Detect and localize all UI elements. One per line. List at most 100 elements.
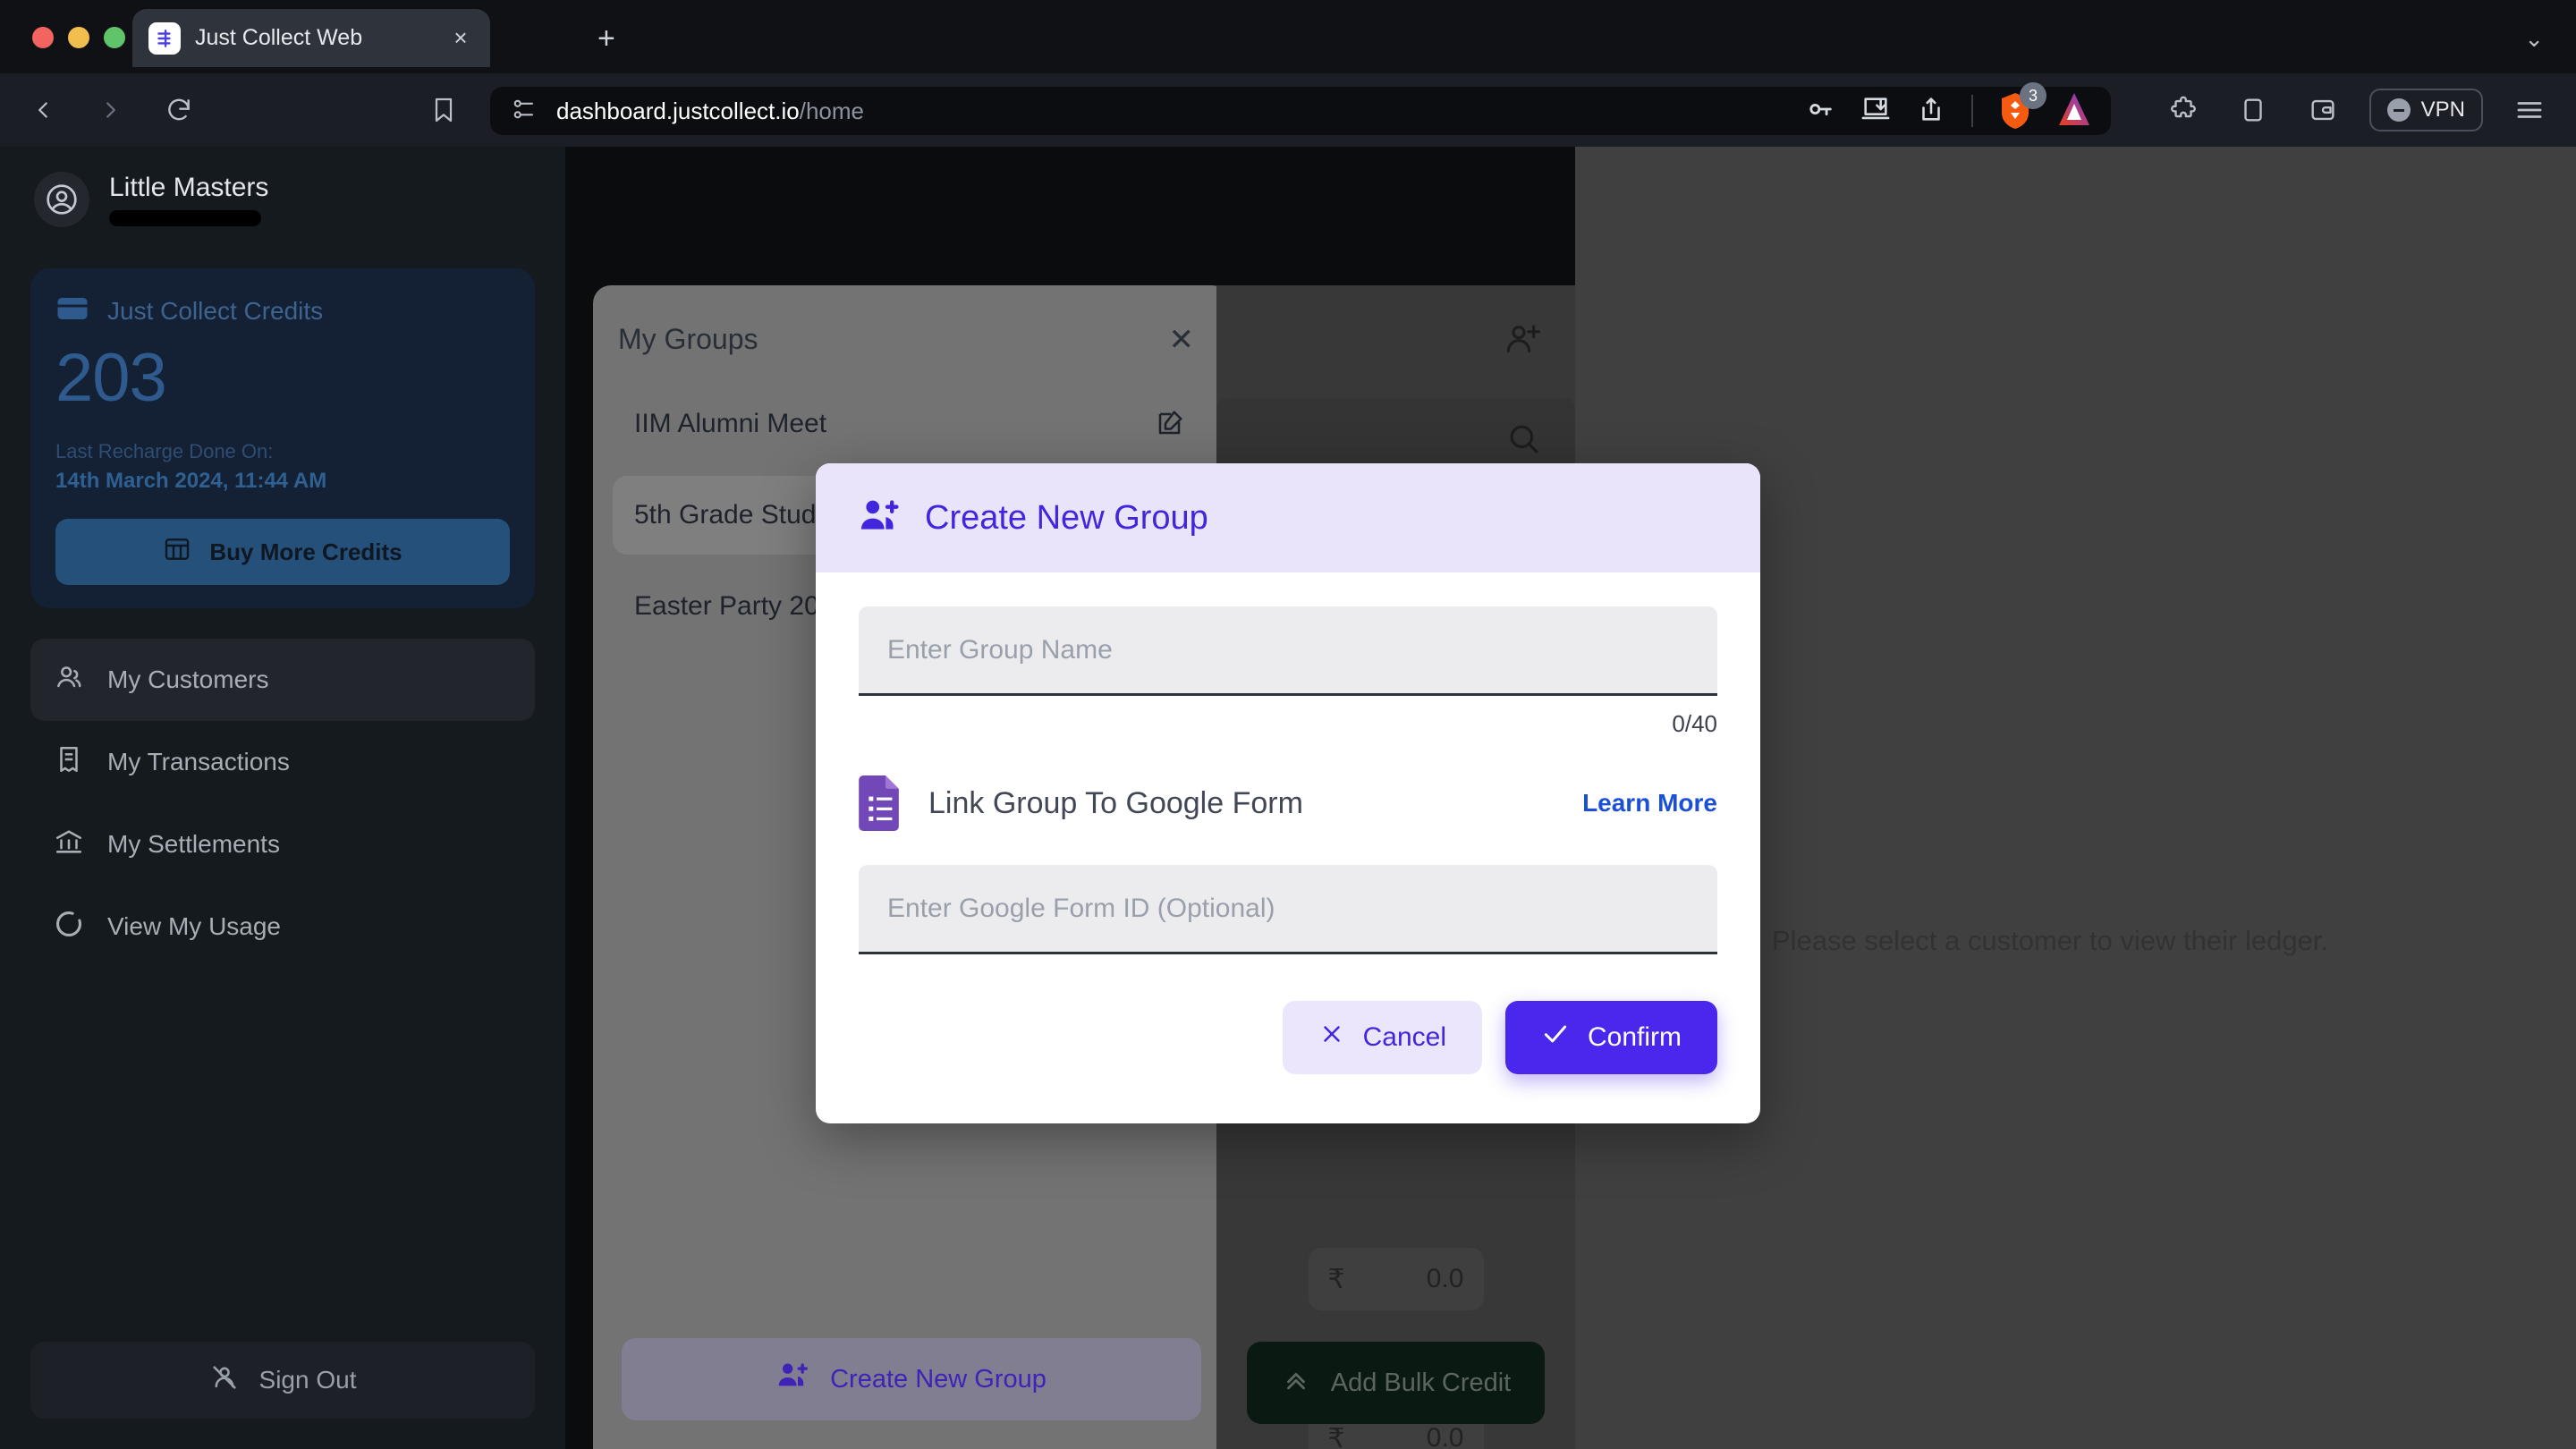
add-bulk-credit-button[interactable]: Add Bulk Credit [1247, 1342, 1545, 1424]
add-group-icon [859, 496, 902, 540]
vpn-icon [2386, 98, 2411, 122]
modal-title: Create New Group [925, 498, 1208, 537]
profile-redacted-bar [109, 210, 261, 226]
shields-badge-count: 3 [2020, 82, 2046, 109]
close-tab-icon[interactable]: × [447, 24, 474, 52]
google-form-id-input[interactable]: Enter Google Form ID (Optional) [859, 865, 1717, 954]
url-text: dashboard.justcollect.io/home [556, 97, 864, 125]
modal-body: Enter Group Name 0/40 Link Group To Goog… [816, 572, 1760, 954]
learn-more-link[interactable]: Learn More [1582, 789, 1717, 818]
list-item[interactable]: IIM Alumni Meet [613, 385, 1210, 463]
google-form-label: Link Group To Google Form [928, 785, 1303, 820]
avatar [34, 172, 89, 227]
sidebar-item-my-settlements[interactable]: My Settlements [30, 803, 535, 886]
modal-actions: Cancel Confirm [816, 954, 1760, 1074]
sidebar-item-label: View My Usage [107, 912, 282, 940]
maximize-window-button[interactable] [104, 27, 125, 48]
groups-panel-title: My Groups [618, 323, 758, 355]
profile-text: Little Masters [109, 173, 268, 226]
downloads-icon[interactable] [1860, 94, 1891, 129]
extensions-icon[interactable] [2160, 87, 2207, 133]
reload-icon[interactable] [156, 87, 202, 133]
modal-header: Create New Group [816, 463, 1760, 572]
last-recharge-label: Last Recharge Done On: [55, 440, 274, 462]
buy-more-credits-label: Buy More Credits [209, 538, 402, 565]
brave-wallet-icon[interactable] [2300, 87, 2346, 133]
url-path: /home [799, 97, 864, 124]
confirm-button[interactable]: Confirm [1504, 1001, 1717, 1074]
vpn-toggle[interactable]: VPN [2368, 89, 2483, 131]
new-tab-button[interactable]: + [597, 23, 615, 54]
add-group-icon [776, 1360, 810, 1398]
justcollect-favicon-icon [148, 21, 181, 55]
table-icon [163, 535, 191, 570]
vpn-label: VPN [2420, 97, 2465, 122]
share-icon[interactable] [1916, 94, 1946, 129]
users-icon [54, 662, 84, 699]
brave-rewards-icon[interactable] [2057, 91, 2091, 131]
create-new-group-button[interactable]: Create New Group [622, 1338, 1201, 1420]
app-sidebar: Little Masters Just Collect Credits 203 … [0, 147, 565, 1449]
credits-card-header: Just Collect Credits [55, 295, 510, 326]
window-traffic-lights [32, 27, 125, 48]
bookmark-icon[interactable] [429, 73, 458, 147]
toolbar-right-actions: VPN [2160, 73, 2553, 147]
sidebar-item-view-my-usage[interactable]: View My Usage [30, 886, 535, 968]
chevron-down-icon[interactable]: ⌄ [2524, 25, 2544, 53]
close-icon [1318, 1021, 1345, 1055]
add-person-icon[interactable] [1504, 322, 1543, 362]
close-icon[interactable]: ✕ [1169, 325, 1195, 355]
bank-icon [54, 826, 84, 863]
sidebar-panel-icon[interactable] [2230, 87, 2276, 133]
profile-name: Little Masters [109, 173, 269, 202]
last-recharge-value: 14th March 2024, 11:44 AM [55, 469, 327, 493]
google-form-id-placeholder: Enter Google Form ID (Optional) [887, 893, 1275, 923]
profile-block[interactable]: Little Masters [30, 147, 535, 234]
brave-shields-icon[interactable]: 3 [1998, 82, 2046, 131]
password-key-icon[interactable] [1805, 94, 1835, 129]
close-window-button[interactable] [32, 27, 54, 48]
group-name-input[interactable]: Enter Group Name [859, 606, 1717, 696]
browser-tab[interactable]: Just Collect Web × [132, 9, 490, 67]
url-host: dashboard.justcollect.io [556, 97, 800, 124]
sidebar-item-my-transactions[interactable]: My Transactions [30, 721, 535, 803]
navigation-controls [20, 73, 202, 147]
cancel-label: Cancel [1362, 1022, 1446, 1052]
browser-toolbar: dashboard.justcollect.io/home 3 VPN [0, 73, 2576, 147]
sidebar-item-label: My Settlements [107, 830, 280, 858]
minimize-window-button[interactable] [68, 27, 89, 48]
wallet-icon [55, 295, 89, 326]
site-settings-icon[interactable] [510, 96, 537, 127]
credits-value: 203 [55, 340, 167, 416]
sidebar-item-my-customers[interactable]: My Customers [30, 639, 535, 721]
buy-more-credits-button[interactable]: Buy More Credits [55, 519, 510, 585]
confirm-label: Confirm [1587, 1022, 1682, 1052]
currency-symbol: ₹ [1327, 1423, 1345, 1449]
group-name-placeholder: Enter Group Name [887, 634, 1113, 665]
cancel-button[interactable]: Cancel [1282, 1001, 1482, 1074]
forward-icon[interactable] [88, 87, 134, 133]
address-bar-actions: 3 [1805, 82, 2091, 131]
tab-title: Just Collect Web [195, 25, 363, 50]
google-form-row: Link Group To Google Form Learn More [859, 775, 1717, 831]
receipt-icon [54, 744, 84, 781]
currency-symbol: ₹ [1327, 1264, 1345, 1294]
customers-panel-header [1216, 285, 1575, 398]
group-name: IIM Alumni Meet [634, 409, 827, 438]
add-bulk-credit-label: Add Bulk Credit [1330, 1368, 1512, 1397]
search-icon[interactable] [1505, 420, 1543, 462]
chevrons-up-icon [1281, 1364, 1311, 1402]
char-counter: 0/40 [1672, 710, 1717, 737]
browser-menu-icon[interactable] [2506, 87, 2553, 133]
sign-out-label: Sign Out [258, 1366, 357, 1394]
toolbar-divider [1971, 95, 1973, 127]
amount-value: 0.0 [1426, 1264, 1464, 1293]
back-icon[interactable] [20, 87, 66, 133]
edit-icon[interactable] [1155, 406, 1187, 443]
address-bar[interactable]: dashboard.justcollect.io/home 3 [490, 82, 2111, 135]
page-viewport: Please select a customer to view their l… [0, 147, 2576, 1449]
amount-chip: ₹ 0.0 [1308, 1248, 1484, 1310]
sign-out-button[interactable]: Sign Out [30, 1342, 535, 1419]
credits-card: Just Collect Credits 203 Last Recharge D… [30, 268, 535, 608]
sidebar-nav: My Customers My Transactions My Settleme… [30, 639, 535, 968]
